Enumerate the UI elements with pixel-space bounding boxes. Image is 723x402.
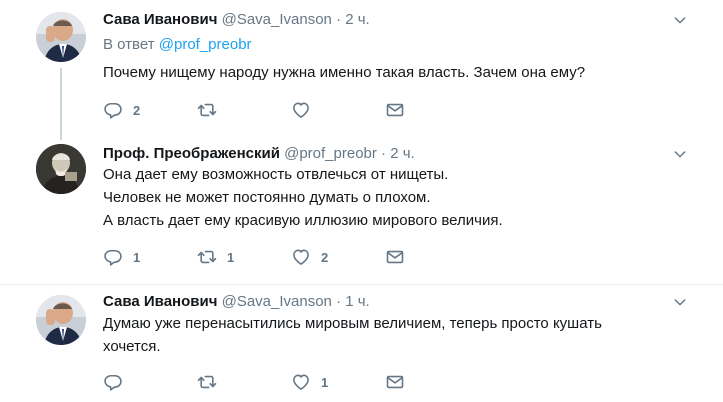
thread-line bbox=[60, 132, 62, 140]
tweet-text-line: А власть дает ему красивую иллюзию миров… bbox=[103, 212, 503, 229]
avatar-photo-icon bbox=[36, 12, 86, 62]
retweet-button[interactable] bbox=[197, 372, 227, 392]
tweet-1[interactable]: Сава Иванович @Sava_Ivanson · 2 ч. В отв… bbox=[0, 0, 723, 132]
reply-button[interactable]: 1 bbox=[103, 247, 140, 267]
like-button[interactable]: 2 bbox=[291, 247, 328, 267]
retweet-icon bbox=[197, 247, 217, 267]
reply-count: 1 bbox=[133, 249, 141, 265]
message-button[interactable] bbox=[385, 247, 405, 267]
envelope-icon bbox=[385, 372, 405, 392]
tweet-header: Сава Иванович @Sava_Ivanson · 1 ч. bbox=[103, 293, 370, 311]
retweet-button[interactable] bbox=[197, 100, 227, 120]
timestamp[interactable]: 1 ч. bbox=[345, 293, 370, 310]
reply-icon bbox=[103, 247, 123, 267]
tweet-text-line: Почему нищему народу нужна именно такая … bbox=[103, 64, 586, 81]
timestamp[interactable]: 2 ч. bbox=[345, 11, 370, 28]
tweet-actions: 1 bbox=[103, 372, 423, 392]
retweet-button[interactable]: 1 bbox=[197, 247, 234, 267]
separator-dot: · bbox=[336, 11, 342, 28]
reply-mention-link[interactable]: @prof_preobr bbox=[159, 36, 252, 53]
tweet-text: Она дает ему возможность отвлечься от ни… bbox=[103, 163, 663, 232]
author-name[interactable]: Сава Иванович bbox=[103, 293, 217, 310]
avatar-photo-icon bbox=[36, 295, 86, 345]
tweet-actions: 1 1 2 bbox=[103, 247, 423, 267]
retweet-count: 1 bbox=[227, 249, 235, 265]
author-name[interactable]: Сава Иванович bbox=[103, 11, 217, 28]
retweet-icon bbox=[197, 372, 217, 392]
avatar[interactable] bbox=[36, 12, 86, 62]
envelope-icon bbox=[385, 100, 405, 120]
author-handle[interactable]: @Sava_Ivanson bbox=[222, 293, 332, 310]
thread-line bbox=[60, 68, 62, 132]
tweet-actions: 2 bbox=[103, 100, 423, 120]
tweet-3[interactable]: Сава Иванович @Sava_Ivanson · 1 ч. Думаю… bbox=[0, 285, 723, 402]
tweet-text-line: Человек не может постоянно думать о плох… bbox=[103, 189, 431, 206]
reply-prefix: В ответ bbox=[103, 36, 155, 53]
separator-dot: · bbox=[381, 145, 387, 162]
chevron-down-icon[interactable] bbox=[672, 12, 688, 28]
tweet-text-line: Она дает ему возможность отвлечься от ни… bbox=[103, 166, 449, 183]
avatar[interactable] bbox=[36, 295, 86, 345]
author-name[interactable]: Проф. Преображенский bbox=[103, 145, 280, 162]
envelope-icon bbox=[385, 247, 405, 267]
reply-count: 2 bbox=[133, 102, 141, 118]
message-button[interactable] bbox=[385, 100, 405, 120]
message-button[interactable] bbox=[385, 372, 405, 392]
reply-icon bbox=[103, 100, 123, 120]
heart-icon bbox=[291, 100, 311, 120]
reply-button[interactable] bbox=[103, 372, 133, 392]
separator-dot: · bbox=[336, 293, 342, 310]
reply-button[interactable]: 2 bbox=[103, 100, 140, 120]
avatar[interactable] bbox=[36, 144, 86, 194]
reply-context: В ответ @prof_preobr bbox=[103, 36, 252, 54]
author-handle[interactable]: @prof_preobr bbox=[284, 145, 377, 162]
like-count: 2 bbox=[321, 249, 329, 265]
chevron-down-icon[interactable] bbox=[672, 294, 688, 310]
timestamp[interactable]: 2 ч. bbox=[390, 145, 415, 162]
tweet-header: Сава Иванович @Sava_Ivanson · 2 ч. bbox=[103, 11, 370, 29]
like-button[interactable] bbox=[291, 100, 321, 120]
heart-icon bbox=[291, 372, 311, 392]
retweet-icon bbox=[197, 100, 217, 120]
reply-icon bbox=[103, 372, 123, 392]
tweet-2[interactable]: Проф. Преображенский @prof_preobr · 2 ч.… bbox=[0, 132, 723, 284]
tweet-text-line: хочется. bbox=[103, 338, 161, 355]
tweet-header: Проф. Преображенский @prof_preobr · 2 ч. bbox=[103, 145, 415, 163]
heart-icon bbox=[291, 247, 311, 267]
tweet-text: Думаю уже перенасытились мировым величие… bbox=[103, 312, 663, 358]
like-count: 1 bbox=[321, 374, 329, 390]
tweet-text: Почему нищему народу нужна именно такая … bbox=[103, 61, 663, 84]
tweet-text-line: Думаю уже перенасытились мировым величие… bbox=[103, 315, 602, 332]
author-handle[interactable]: @Sava_Ivanson bbox=[222, 11, 332, 28]
chevron-down-icon[interactable] bbox=[672, 146, 688, 162]
like-button[interactable]: 1 bbox=[291, 372, 328, 392]
avatar-photo-icon bbox=[36, 144, 86, 194]
